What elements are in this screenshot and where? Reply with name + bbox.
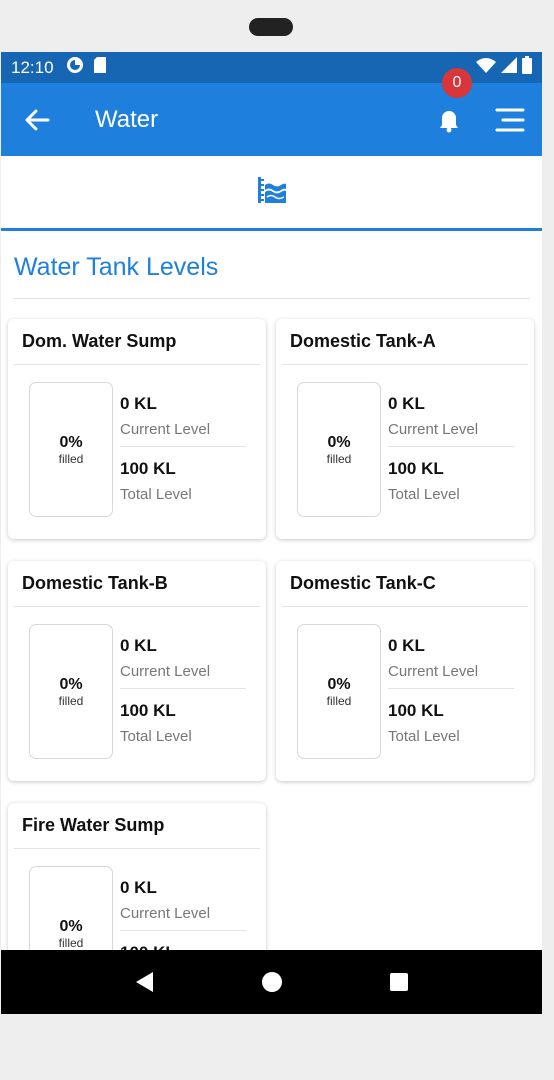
tank-levels: 0 KL Current Level 100 KL Total Level: [120, 624, 246, 759]
tank-card-body: 0%filled 0 KL Current Level 100 KL Total Lev…: [282, 607, 528, 759]
current-level-label: Current Level: [388, 421, 479, 438]
section-title: Water Tank Levels: [14, 253, 219, 281]
notification-badge: 0: [442, 68, 472, 98]
current-level-value: 0 KL: [120, 394, 157, 413]
tank-levels: 0 KL Current Level 100 KL Total Level: [388, 624, 514, 759]
tank-gauge: 0% filled: [297, 382, 381, 517]
total-level-value: 100 KL: [388, 459, 444, 478]
tank-fill-percent: 0%: [327, 433, 351, 451]
back-triangle-icon: [135, 972, 153, 992]
tank-name: Domestic Tank-C: [282, 561, 528, 607]
back-button[interactable]: [7, 83, 67, 156]
menu-icon: [495, 108, 525, 132]
total-level-block: 100 KL Total Level: [388, 459, 514, 511]
total-level-block: 100 KL Total Level: [120, 459, 246, 511]
nav-recents-button[interactable]: [384, 967, 414, 997]
tank-gauge: 0% filled: [297, 624, 381, 759]
system-nav-bar: [1, 950, 542, 1014]
current-level-block: 0 KL Current Level: [120, 636, 246, 689]
current-level-block: 0 KL Current Level: [120, 394, 246, 447]
total-level-block: 100 KL Total Level: [388, 701, 514, 753]
total-level-value: 100 KL: [388, 701, 444, 720]
wifi-icon: [476, 57, 496, 78]
tank-filled-label: filled: [58, 935, 84, 950]
tank-fill-percent: 0%: [327, 675, 351, 693]
phone-screen: 12:10 Water 0 Water Tank Levels Dom. Wat…: [1, 52, 542, 1014]
tank-name: Domestic Tank-A: [282, 319, 528, 365]
tank-fill-percent: 0%: [59, 433, 83, 451]
current-level-value: 0 KL: [120, 878, 157, 897]
data-saver-icon: [66, 56, 84, 79]
total-level-value: 100 KL: [120, 459, 176, 478]
tank-card-body: 0%filled 0 KL Current Level 100 KL Total Lev…: [14, 607, 260, 759]
total-level-label: Total Level: [120, 486, 192, 503]
tank-card[interactable]: Domestic Tank-B 0% filled 0 KL Current Level…: [8, 561, 266, 781]
notifications-button[interactable]: [429, 99, 469, 139]
recents-square-icon: [389, 973, 408, 991]
tank-card[interactable]: Domestic Tank-C 0% filled 0 KL Current Level…: [276, 561, 534, 781]
current-level-label: Current Level: [120, 421, 211, 438]
tank-levels: 0 KL Current Level 100 KL Total Level: [120, 382, 246, 517]
tank-gauge: 0% filled: [29, 624, 113, 759]
tank-card-body: 0%filled 0 KL Current Level 100 KL Total Lev…: [14, 365, 260, 517]
nav-back-button[interactable]: [130, 967, 160, 997]
current-level-value: 0 KL: [388, 636, 425, 655]
arrow-left-icon: [25, 109, 50, 130]
home-circle-icon: [261, 972, 282, 992]
tank-card[interactable]: Dom. Water Sump 0% filled 0 KL Current Level…: [8, 319, 266, 539]
page-title: Water: [95, 105, 159, 133]
tab-water-level[interactable]: [257, 176, 287, 209]
current-level-block: 0 KL Current Level: [388, 636, 514, 689]
current-level-label: Current Level: [120, 663, 211, 680]
tank-filled-label: filled: [58, 693, 84, 708]
menu-button[interactable]: [495, 107, 527, 133]
tank-name: Domestic Tank-B: [14, 561, 260, 607]
tank-filled-label: filled: [326, 451, 352, 466]
signal-icon: [501, 57, 517, 78]
current-level-value: 0 KL: [120, 636, 157, 655]
tank-fill-percent: 0%: [59, 675, 83, 693]
tank-name: Dom. Water Sump: [14, 319, 260, 365]
tab-strip: [1, 156, 542, 231]
current-level-block: 0 KL Current Level: [120, 878, 246, 931]
tank-gauge: 0% filled: [29, 382, 113, 517]
current-level-label: Current Level: [120, 905, 211, 922]
sd-card-icon: [93, 56, 107, 79]
battery-icon: [522, 56, 532, 79]
total-level-label: Total Level: [388, 728, 460, 745]
tank-card[interactable]: Domestic Tank-A 0% filled 0 KL Current Level…: [276, 319, 534, 539]
total-level-block: 100 KL Total Level: [120, 701, 246, 753]
tank-card-grid: Dom. Water Sump 0% filled 0 KL Current Level…: [1, 299, 542, 1014]
tank-filled-label: filled: [326, 693, 352, 708]
current-level-block: 0 KL Current Level: [388, 394, 514, 447]
camera-notch: [249, 18, 293, 36]
status-time: 12:10: [11, 57, 54, 77]
total-level-value: 100 KL: [120, 701, 176, 720]
device-frame: 12:10 Water 0 Water Tank Levels Dom. Wat…: [0, 0, 554, 1080]
tank-name: Fire Water Sump: [14, 803, 260, 849]
nav-home-button[interactable]: [257, 967, 287, 997]
tank-filled-label: filled: [58, 451, 84, 466]
tank-levels: 0 KL Current Level 100 KL Total Level: [388, 382, 514, 517]
tank-fill-percent: 0%: [59, 917, 83, 935]
current-level-value: 0 KL: [388, 394, 425, 413]
total-level-label: Total Level: [120, 728, 192, 745]
total-level-label: Total Level: [388, 486, 460, 503]
tank-card-body: 0%filled 0 KL Current Level 100 KL Total Lev…: [282, 365, 528, 517]
water-level-icon: [257, 176, 286, 203]
bell-icon: [440, 111, 458, 133]
current-level-label: Current Level: [388, 663, 479, 680]
app-bar: Water 0: [1, 68, 542, 156]
